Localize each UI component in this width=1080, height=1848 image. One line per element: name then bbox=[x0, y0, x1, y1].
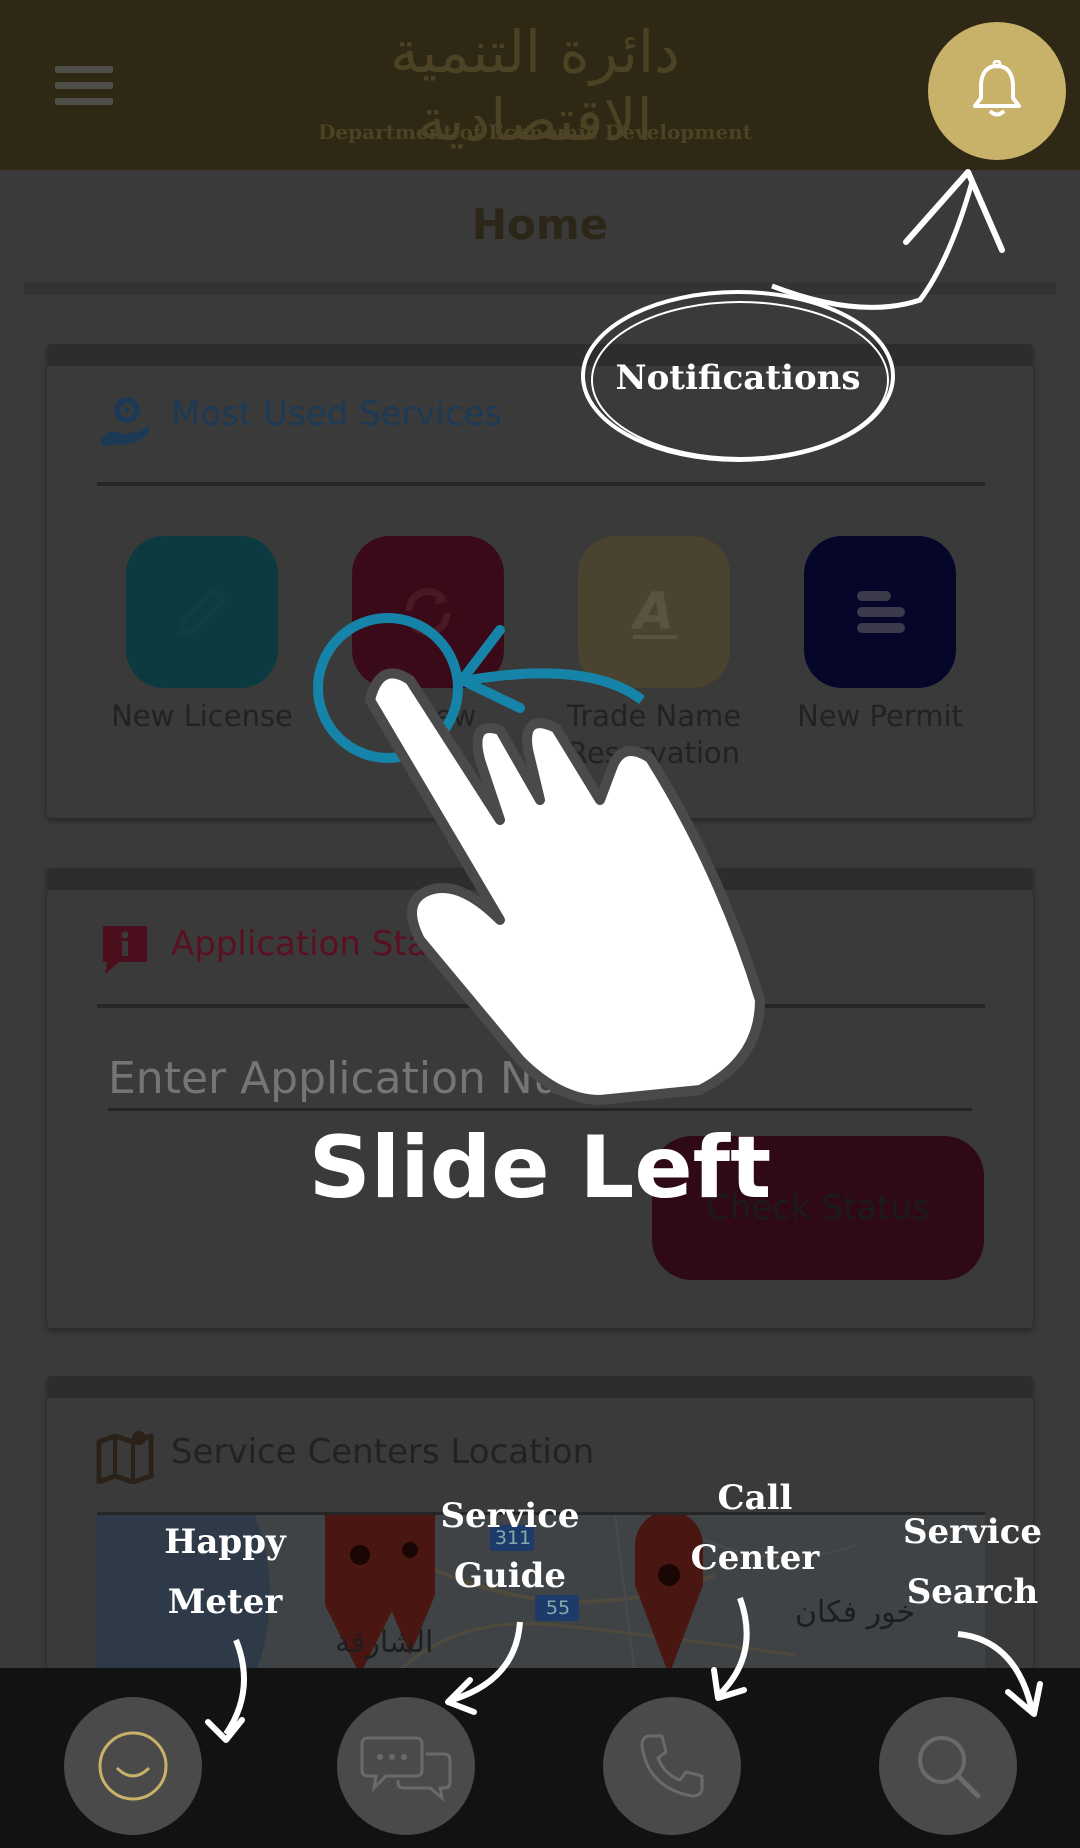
notifications-hint: Notifications bbox=[615, 358, 861, 398]
slide-left-hint: Slide Left bbox=[308, 1118, 772, 1218]
hand-pointer-icon bbox=[365, 668, 765, 1105]
call-center-hint: Call Center bbox=[690, 1478, 820, 1578]
hint-arrow bbox=[717, 1596, 750, 1697]
happy-meter-hint: Happy Meter bbox=[164, 1522, 286, 1622]
service-guide-hint: Service Guide bbox=[440, 1496, 580, 1596]
hint-arrow bbox=[957, 1631, 1035, 1711]
service-search-hint: Service Search bbox=[902, 1512, 1043, 1612]
